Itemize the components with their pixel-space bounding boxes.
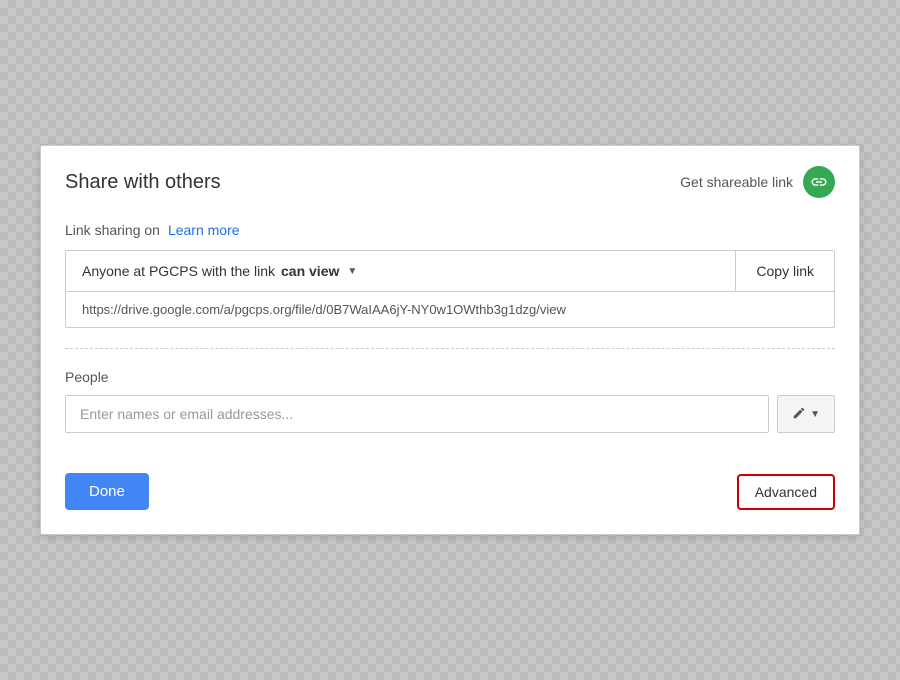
divider [65,348,835,349]
link-sharing-label: Link sharing on [65,222,160,238]
edit-permission-button[interactable]: ▼ [777,395,835,433]
shareable-link-icon-button[interactable] [803,166,835,198]
link-permission-row: Anyone at PGCPS with the link can view ▼… [66,251,834,292]
dropdown-arrow-icon: ▼ [810,409,820,420]
link-url-display: https://drive.google.com/a/pgcps.org/fil… [66,292,834,327]
chevron-down-icon: ▼ [347,266,357,277]
link-icon [810,173,828,191]
copy-link-button[interactable]: Copy link [736,251,834,291]
permission-selector[interactable]: Anyone at PGCPS with the link can view ▼ [66,251,736,291]
people-input-row: ▼ [65,395,835,433]
permission-text-before: Anyone at PGCPS with the link [82,263,275,279]
learn-more-link[interactable]: Learn more [168,222,240,238]
advanced-button[interactable]: Advanced [737,474,835,510]
dialog-title: Share with others [65,171,221,194]
link-options-box: Anyone at PGCPS with the link can view ▼… [65,250,835,328]
shareable-link-area: Get shareable link [680,166,835,198]
permission-text-bold: can view [281,263,339,279]
people-label: People [65,369,835,385]
share-dialog: Share with others Get shareable link Lin… [40,145,860,535]
link-sharing-row: Link sharing on Learn more [65,222,835,238]
dialog-footer: Done Advanced [41,453,859,534]
pencil-icon [792,406,806,423]
dialog-body: Link sharing on Learn more Anyone at PGC… [41,214,859,453]
dialog-header: Share with others Get shareable link [41,146,859,214]
shareable-link-label: Get shareable link [680,174,793,190]
done-button[interactable]: Done [65,473,149,510]
people-section: People ▼ [65,369,835,433]
people-input[interactable] [65,395,769,433]
